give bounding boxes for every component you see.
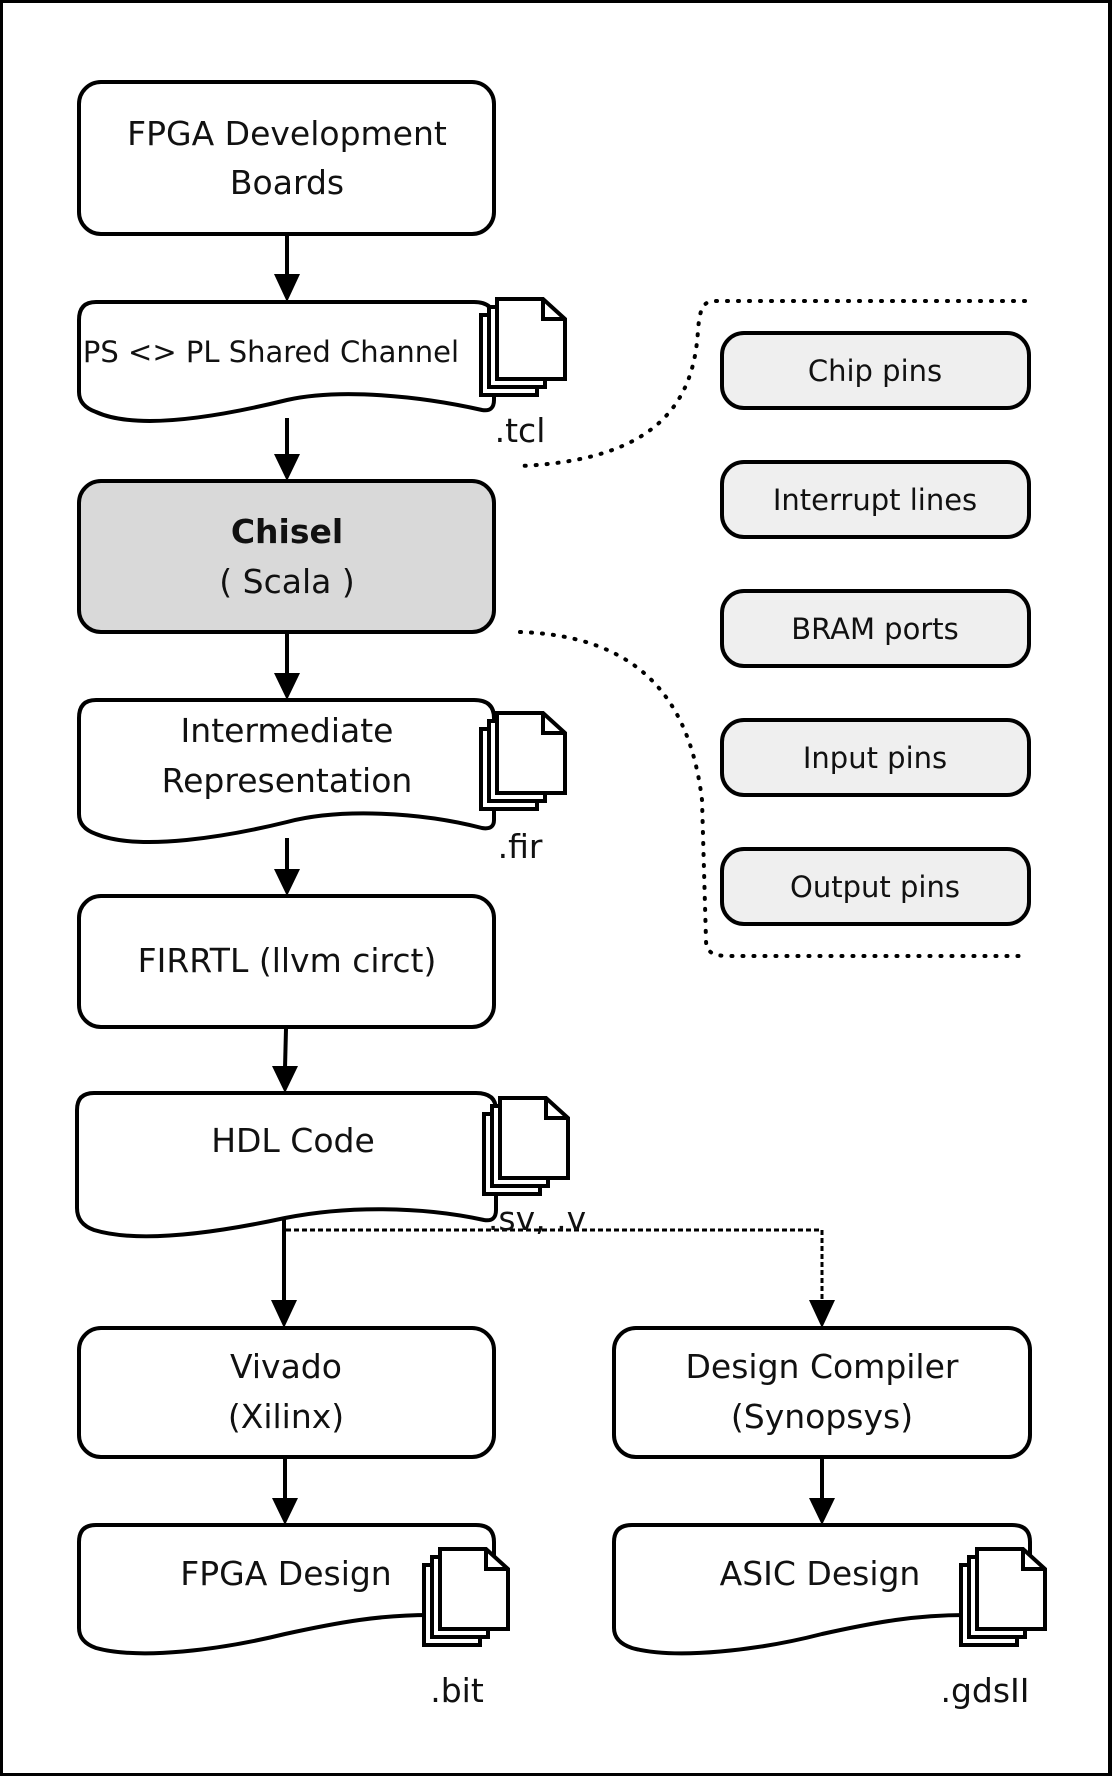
node-fpga-design: FPGA Design .bit xyxy=(77,1523,510,1710)
edge-boards-to-psp xyxy=(274,236,300,302)
node-label: Vivado xyxy=(230,1347,342,1386)
file-extension: .gdsII xyxy=(940,1671,1029,1710)
file-extension: .tcl xyxy=(495,411,546,450)
arrowhead-icon xyxy=(274,869,300,896)
node-chisel: Chisel ( Scala ) xyxy=(77,479,496,634)
interface-item-label: BRAM ports xyxy=(791,612,959,646)
edge-vivado-to-fpga-design xyxy=(272,1459,298,1525)
edge-dc-to-asic-design xyxy=(809,1459,835,1525)
interface-item-label: Interrupt lines xyxy=(773,483,977,517)
node-label: FPGA Development xyxy=(127,114,447,153)
node-hdl-code: HDL Code .sv, .v xyxy=(75,1091,586,1239)
node-label: PS <> PL Shared Channel xyxy=(83,335,459,369)
arrowhead-icon xyxy=(274,274,300,302)
arrowhead-icon xyxy=(809,1498,835,1525)
node-sublabel: (Synopsys) xyxy=(731,1397,913,1436)
node-design-compiler: Design Compiler (Synopsys) xyxy=(612,1326,1032,1459)
interface-item-chip-pins: Chip pins xyxy=(720,331,1031,410)
node-label: Intermediate xyxy=(181,711,394,750)
node-intermediate-representation: Intermediate Representation .fir xyxy=(77,698,567,866)
file-stack-icon xyxy=(959,1547,1047,1647)
file-stack-icon xyxy=(479,297,567,397)
interface-item-label: Input pins xyxy=(803,741,947,775)
interface-item-input-pins: Input pins xyxy=(720,718,1031,797)
node-label: FIRRTL (llvm circt) xyxy=(138,941,437,980)
node-sublabel: (Xilinx) xyxy=(228,1397,344,1436)
file-stack-icon xyxy=(482,1096,570,1196)
node-fpga-development-boards: FPGA Development Boards xyxy=(77,80,496,236)
file-extension: .fir xyxy=(498,827,543,866)
interface-item-interrupt-lines: Interrupt lines xyxy=(720,460,1031,539)
edge-firrtl-to-hdl xyxy=(272,1028,298,1093)
node-vivado: Vivado (Xilinx) xyxy=(77,1326,496,1459)
edge-hdl-to-design-compiler xyxy=(286,1228,835,1328)
arrowhead-icon xyxy=(271,1300,297,1328)
file-stack-icon xyxy=(479,711,567,811)
arrowhead-icon xyxy=(272,1498,298,1525)
interface-item-bram-ports: BRAM ports xyxy=(720,589,1031,668)
interface-item-label: Chip pins xyxy=(808,354,942,388)
edge-psp-to-chisel xyxy=(274,418,300,481)
node-label: FPGA Design xyxy=(180,1554,391,1593)
node-label: Boards xyxy=(230,163,344,202)
edge-chisel-to-ir xyxy=(274,634,300,700)
interface-item-label: Output pins xyxy=(790,870,960,904)
flow-diagram: Chip pins Interrupt lines BRAM ports Inp… xyxy=(75,80,1047,1710)
node-firrtl: FIRRTL (llvm circt) xyxy=(77,894,496,1029)
arrowhead-icon xyxy=(809,1300,835,1328)
node-ps-pl-shared-channel: PS <> PL Shared Channel .tcl xyxy=(77,297,567,450)
node-asic-design: ASIC Design .gdsII xyxy=(612,1523,1047,1710)
arrowhead-icon xyxy=(274,454,300,481)
edge-ir-to-firrtl xyxy=(274,838,300,896)
file-stack-icon xyxy=(422,1547,510,1647)
node-label: HDL Code xyxy=(211,1121,375,1160)
node-sublabel: ( Scala ) xyxy=(219,562,354,601)
file-extension: .bit xyxy=(430,1671,484,1710)
arrowhead-icon xyxy=(274,673,300,700)
edge-hdl-to-vivado xyxy=(271,1217,297,1328)
interface-item-output-pins: Output pins xyxy=(720,847,1031,926)
node-label: ASIC Design xyxy=(720,1554,921,1593)
node-label: Representation xyxy=(162,761,413,800)
file-extension: .sv, .v xyxy=(488,1199,586,1238)
node-label: Design Compiler xyxy=(686,1347,959,1386)
arrowhead-icon xyxy=(272,1066,298,1093)
node-label: Chisel xyxy=(231,512,343,551)
